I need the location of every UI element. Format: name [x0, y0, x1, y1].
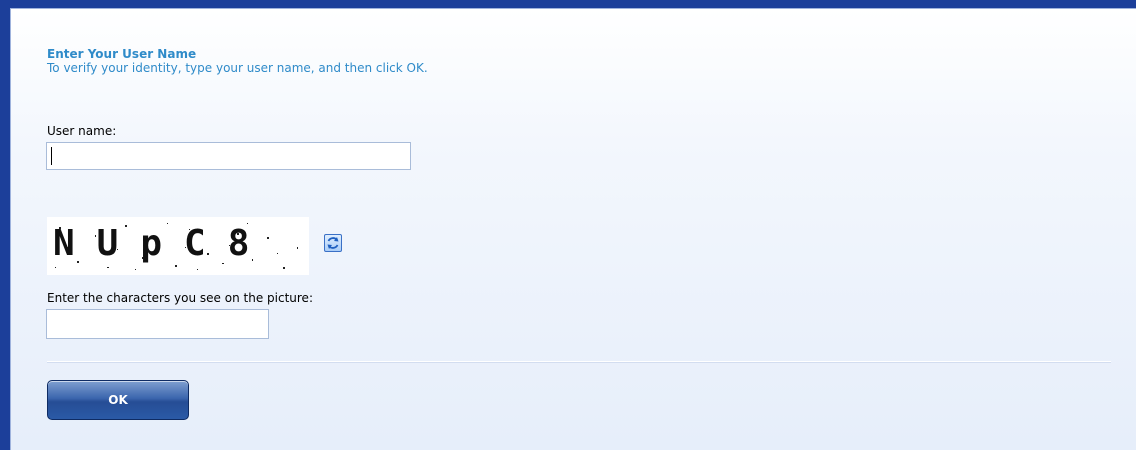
- username-input[interactable]: [46, 142, 411, 170]
- page-subtitle: To verify your identity, type your user …: [47, 61, 428, 75]
- username-label: User name:: [47, 124, 117, 138]
- captcha-input[interactable]: [46, 309, 269, 339]
- text-caret: [51, 147, 52, 165]
- page-title: Enter Your User Name: [47, 47, 197, 61]
- dialog-panel: Enter Your User Name To verify your iden…: [10, 8, 1136, 450]
- captcha-label: Enter the characters you see on the pict…: [47, 291, 313, 305]
- refresh-icon: [327, 237, 339, 249]
- refresh-captcha-button[interactable]: [324, 234, 342, 252]
- captcha-characters: NUpC8: [53, 223, 272, 264]
- divider: [47, 361, 1111, 362]
- ok-button[interactable]: OK: [47, 380, 189, 420]
- captcha-image: NUpC8: [47, 217, 309, 275]
